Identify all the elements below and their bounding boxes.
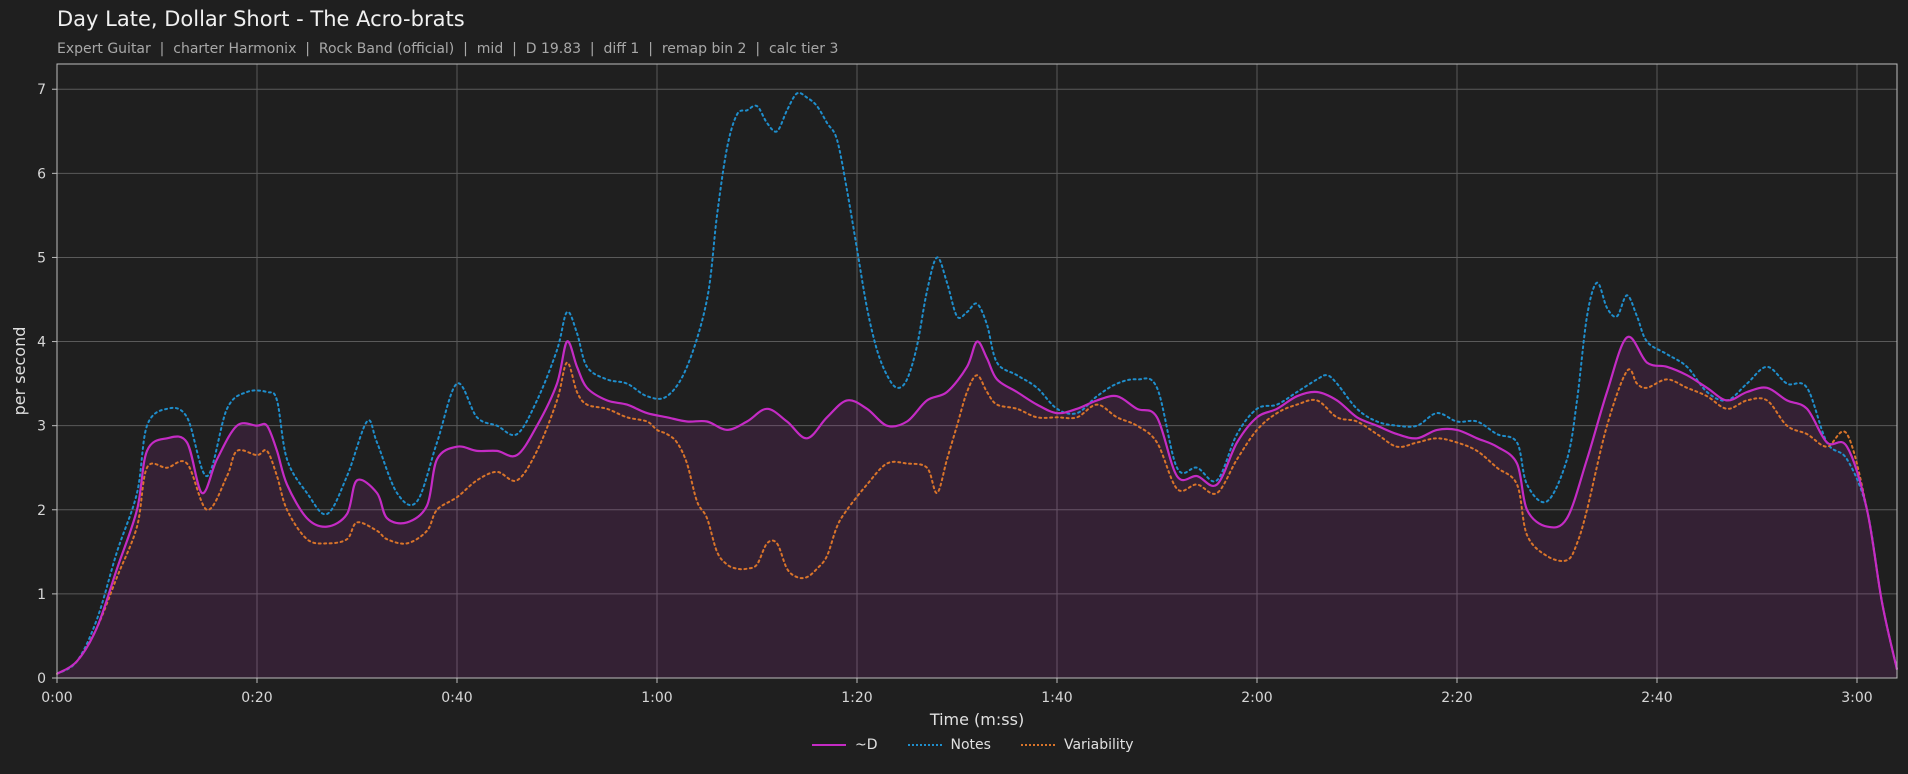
x-tick-label: 0:20: [241, 690, 272, 706]
y-tick-label: 3: [37, 419, 46, 435]
line-chart: 0:00 0:20 0:40 1:00 1:20 1:40 2:00 2:20 2:40 3:00…: [10, 63, 1899, 729]
legend-label-d: ~D: [855, 737, 878, 753]
x-axis-ticks: 0:00 0:20 0:40 1:00 1:20 1:40 2:00 2:20 2:40 3:00: [41, 678, 1873, 706]
x-tick-label: 2:20: [1441, 690, 1472, 706]
legend-swatch-notes: [907, 744, 942, 746]
legend-label-variability: Variability: [1063, 737, 1134, 753]
y-axis-ticks: 0 1 2 3 4 5 6 7: [37, 82, 57, 687]
x-tick-label: 1:00: [641, 690, 672, 706]
x-tick-label: 2:00: [1241, 690, 1272, 706]
y-tick-label: 0: [37, 671, 46, 687]
legend-item-notes: Notes: [907, 737, 991, 753]
x-tick-label: 0:00: [41, 690, 72, 706]
x-axis-label: Time (m:ss): [929, 710, 1024, 729]
legend-swatch-d: [812, 744, 846, 746]
legend-item-variability: Variability: [1020, 737, 1134, 753]
x-tick-label: 0:40: [441, 690, 472, 706]
x-tick-label: 3:00: [1841, 690, 1872, 706]
legend-label-notes: Notes: [950, 737, 991, 753]
y-tick-label: 4: [37, 335, 46, 351]
legend: ~D Notes Variability: [812, 737, 1164, 753]
y-axis-label: per second: [10, 327, 29, 416]
y-tick-label: 1: [37, 587, 46, 603]
legend-item-d: ~D: [812, 737, 878, 753]
y-tick-label: 2: [37, 503, 46, 519]
y-tick-label: 5: [37, 250, 46, 266]
x-tick-label: 2:40: [1641, 690, 1672, 706]
y-tick-label: 6: [37, 166, 46, 182]
legend-swatch-variability: [1020, 744, 1055, 746]
x-tick-label: 1:20: [841, 690, 872, 706]
x-tick-label: 1:40: [1041, 690, 1072, 706]
y-tick-label: 7: [37, 82, 46, 98]
